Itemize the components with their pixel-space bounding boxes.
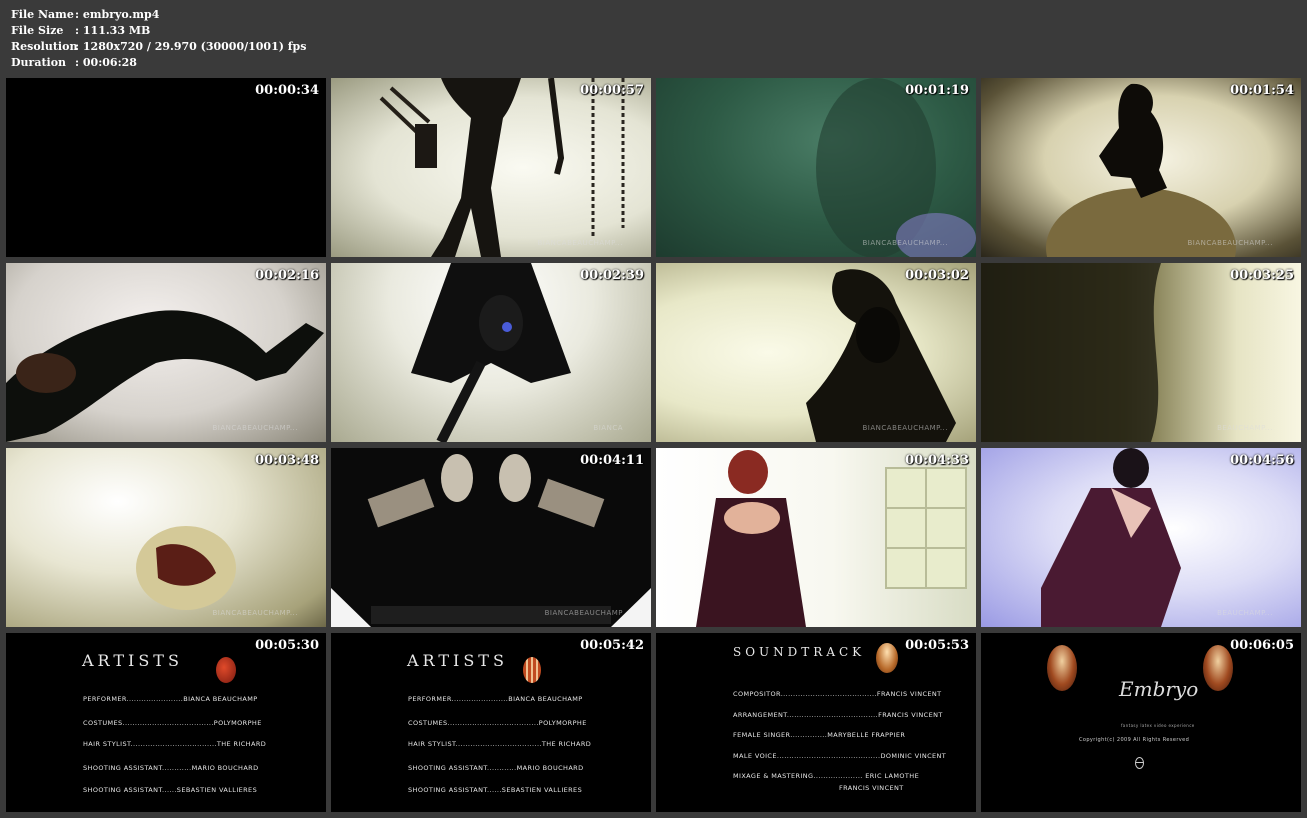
scene-latex-pose (6, 310, 324, 442)
thumbnail-4[interactable]: BIANCABEAUCHAMP... 00:01:54 (981, 78, 1301, 257)
thumbnail-6[interactable]: BIANCA 00:02:39 (331, 263, 651, 442)
file-size-label: File Size (11, 24, 64, 37)
scene-dark-left (981, 263, 1161, 442)
timestamp: 00:06:05 (1230, 638, 1294, 653)
egg-emblem-icon (876, 643, 898, 673)
timestamp: 00:05:53 (905, 638, 969, 653)
watermark: BIANCABEAUCHAMP... (212, 424, 298, 432)
credit-row: PERFORMER.......................BIANCA B… (83, 695, 258, 703)
watermark: BIANCABEAUCHAMP... (1187, 239, 1273, 247)
credit-row: HAIR STYLIST............................… (408, 740, 592, 748)
credits-title: ARTISTS (82, 651, 183, 670)
egg-emblem-icon (523, 657, 541, 683)
timestamp: 00:04:11 (580, 453, 644, 468)
timestamp: 00:03:02 (905, 268, 969, 283)
resolution-value: : 1280x720 / 29.970 (30000/1001) fps (75, 40, 307, 53)
embryo-logo: Embryo (1119, 677, 1199, 701)
scene-gasmask-sit (411, 263, 571, 442)
resolution-label: Resolution (11, 40, 78, 53)
scene-crouch (1041, 448, 1181, 627)
timestamp: 00:00:57 (580, 83, 644, 98)
thumbnail-7[interactable]: BIANCABEAUCHAMP... 00:03:02 (656, 263, 976, 442)
scene-egg (136, 526, 236, 610)
scene-gasmask-closeup (331, 448, 651, 627)
duration-row: Duration : 00:06:28 (11, 55, 306, 71)
credit-row: SHOOTING ASSISTANT......SEBASTIEN VALLIE… (408, 786, 583, 794)
watermark: BIANCABEAUCHAMP... (212, 609, 298, 617)
credit-row: PERFORMER.......................BIANCA B… (408, 695, 583, 703)
file-name-label: File Name (11, 8, 74, 21)
timestamp: 00:05:42 (580, 638, 644, 653)
watermark: BIANCABEAUCHAMP... (537, 239, 623, 247)
file-name-value: : embryo.mp4 (75, 8, 160, 21)
file-size-row: File Size : 111.33 MB (11, 23, 306, 39)
thumbnail-9[interactable]: BIANCABEAUCHAMP... 00:03:48 (6, 448, 326, 627)
timestamp: 00:00:34 (255, 83, 319, 98)
watermark: BIANCABEAUCHAMP... (862, 424, 948, 432)
thumbnail-15[interactable]: SOUNDTRACK COMPOSITOR...................… (656, 633, 976, 812)
watermark: BEAUCHAMP... (1217, 609, 1273, 617)
credit-row: COMPOSITOR..............................… (733, 690, 942, 698)
credit-row: MALE VOICE..............................… (733, 752, 947, 760)
duration-label: Duration (11, 56, 67, 69)
timestamp: 00:03:25 (1230, 268, 1294, 283)
file-name-row: File Name : embryo.mp4 (11, 7, 306, 23)
timestamp: 00:05:30 (255, 638, 319, 653)
copyright: Copyright(c) 2009 All Rights Reserved (1079, 737, 1190, 743)
thumbnail-1[interactable]: 00:00:34 (6, 78, 326, 257)
timestamp: 00:03:48 (255, 453, 319, 468)
watermark: BEAUCHAMP... (1217, 424, 1273, 432)
watermark: BIANCABEAUCHAMP... (862, 239, 948, 247)
watermark: BIANCABEAUCHAMP (544, 609, 623, 617)
thumbnail-14[interactable]: ARTISTS PERFORMER.......................… (331, 633, 651, 812)
credit-row: COSTUMES................................… (408, 719, 587, 727)
thumbnail-3[interactable]: BIANCABEAUCHAMP... 00:01:19 (656, 78, 976, 257)
scene-kneel (806, 269, 956, 442)
credits-title: SOUNDTRACK (733, 645, 866, 659)
timestamp: 00:02:39 (580, 268, 644, 283)
egg-emblem-icon (216, 657, 236, 683)
thumbnail-11[interactable]: 00:04:33 (656, 448, 976, 627)
file-size-value: : 111.33 MB (75, 24, 151, 37)
egg-emblem-icon (1203, 645, 1233, 691)
tagline: fantasy latex video experience (1121, 723, 1195, 728)
credit-row: SHOOTING ASSISTANT......SEBASTIEN VALLIE… (83, 786, 258, 794)
thumbnail-grid: 00:00:34 BIANCABEAUCHAMP... 00:00:57 BIA… (6, 78, 1302, 812)
thumbnail-2[interactable]: BIANCABEAUCHAMP... 00:00:57 (331, 78, 651, 257)
credit-row: FRANCIS VINCENT (839, 784, 904, 792)
scene-harness (379, 78, 625, 257)
scene-corset (696, 450, 967, 627)
credit-row: MIXAGE & MASTERING.................... E… (733, 772, 920, 780)
timestamp: 00:04:56 (1230, 453, 1294, 468)
thumbnail-12[interactable]: BEAUCHAMP... 00:04:56 (981, 448, 1301, 627)
credit-row: SHOOTING ASSISTANT............MARIO BOUC… (408, 764, 584, 772)
credits-title: ARTISTS (407, 651, 508, 670)
thumbnail-5[interactable]: BIANCABEAUCHAMP... 00:02:16 (6, 263, 326, 442)
resolution-row: Resolution : 1280x720 / 29.970 (30000/10… (11, 39, 306, 55)
thumbnail-10[interactable]: BIANCABEAUCHAMP 00:04:11 (331, 448, 651, 627)
scene-green (816, 78, 976, 257)
thumbnail-13[interactable]: ARTISTS PERFORMER.......................… (6, 633, 326, 812)
theta-symbol-icon (1135, 757, 1144, 769)
timestamp: 00:02:16 (255, 268, 319, 283)
thumbnail-16[interactable]: Embryo fantasy latex video experience Co… (981, 633, 1301, 812)
credit-row: FEMALE SINGER...............MARYBELLE FR… (733, 731, 906, 739)
timestamp: 00:01:54 (1230, 83, 1294, 98)
duration-value: : 00:06:28 (75, 56, 137, 69)
credit-row: HAIR STYLIST............................… (83, 740, 267, 748)
timestamp: 00:04:33 (905, 453, 969, 468)
watermark: BIANCA (593, 424, 623, 432)
egg-emblem-icon (1047, 645, 1077, 691)
video-info: File Name : embryo.mp4 File Size : 111.3… (11, 7, 306, 71)
scene-silhouette-ball (1046, 83, 1236, 257)
thumbnail-8[interactable]: BEAUCHAMP... 00:03:25 (981, 263, 1301, 442)
credit-row: COSTUMES................................… (83, 719, 262, 727)
timestamp: 00:01:19 (905, 83, 969, 98)
credit-row: SHOOTING ASSISTANT............MARIO BOUC… (83, 764, 259, 772)
credit-row: ARRANGEMENT.............................… (733, 711, 943, 719)
